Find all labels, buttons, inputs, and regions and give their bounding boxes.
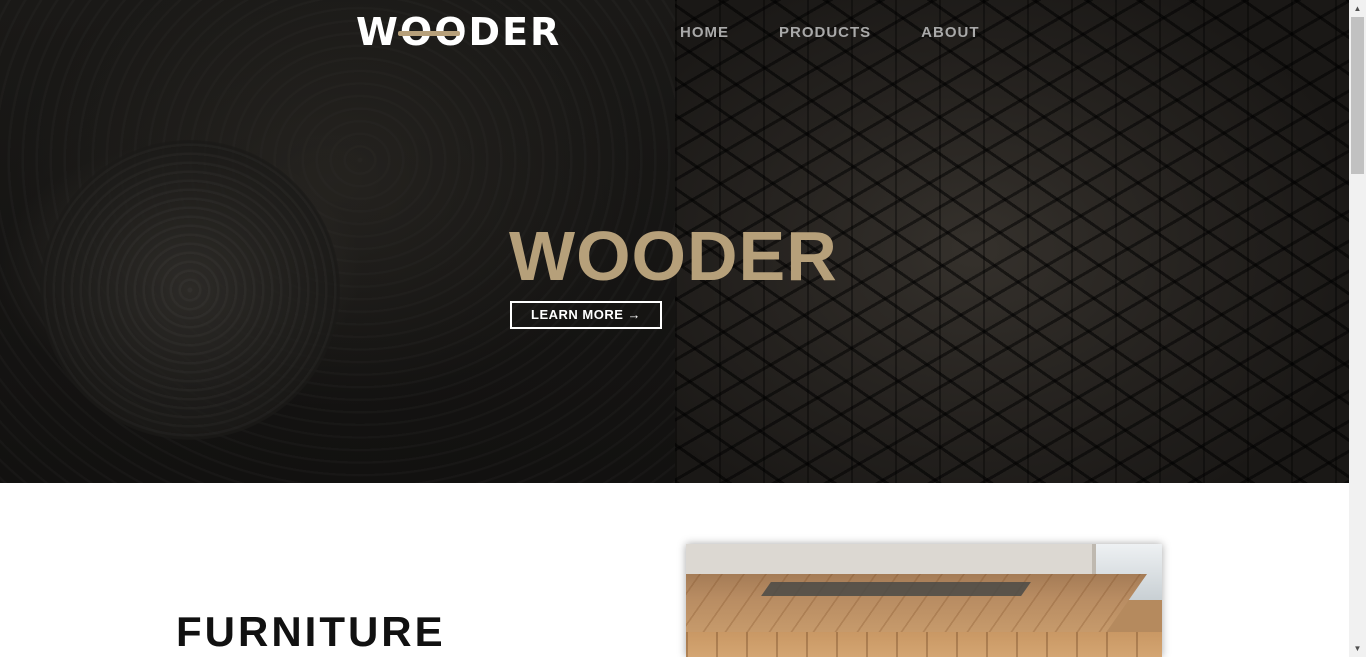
scroll-up-icon[interactable]: ▲ xyxy=(1349,0,1366,17)
scrollbar-thumb[interactable] xyxy=(1351,17,1364,174)
furniture-product-image xyxy=(686,544,1162,657)
nav-link-home[interactable]: HOME xyxy=(680,24,729,42)
hero-log-end-grain xyxy=(40,140,340,440)
scroll-down-icon[interactable]: ▼ xyxy=(1349,640,1366,657)
vertical-scrollbar[interactable]: ▲ ▼ xyxy=(1349,0,1366,657)
hero-banner: WOODER HOME PRODUCTS ABOUT WOODER LEARN … xyxy=(0,0,1349,483)
image-table-side xyxy=(686,632,1162,657)
image-table-inlay xyxy=(761,582,1031,596)
logo-accent-bar xyxy=(398,31,460,36)
main-nav: HOME PRODUCTS ABOUT xyxy=(680,24,1030,42)
section-title-furniture: FURNITURE xyxy=(176,608,446,655)
learn-more-button[interactable]: LEARN MORE → xyxy=(510,301,662,329)
hero-title: WOODER xyxy=(509,217,838,295)
nav-link-products[interactable]: PRODUCTS xyxy=(779,24,871,42)
nav-link-about[interactable]: ABOUT xyxy=(921,24,979,42)
